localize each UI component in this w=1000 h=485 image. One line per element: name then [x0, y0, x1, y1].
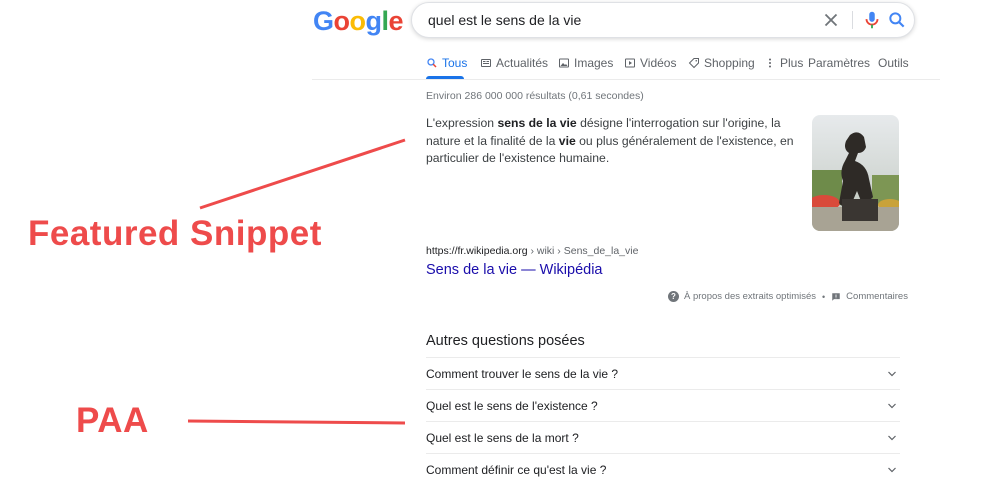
featured-snippet-annotation: Featured Snippet: [28, 214, 322, 253]
paa-pointer-line: [187, 419, 406, 425]
search-icon[interactable]: [887, 10, 907, 30]
feedback-icon: [832, 292, 840, 301]
search-input[interactable]: quel est le sens de la vie: [428, 12, 581, 28]
clear-icon[interactable]: [820, 9, 842, 31]
chevron-down-icon: [888, 403, 896, 409]
tab-plus[interactable]: Plus: [764, 56, 803, 70]
result-title-link[interactable]: Sens de la vie — Wikipédia: [426, 262, 603, 278]
search-divider: [852, 11, 853, 29]
chevron-down-icon: [888, 435, 896, 441]
result-stats: Environ 286 000 000 résultats (0,61 seco…: [426, 90, 644, 102]
statue-image: [812, 115, 899, 231]
tab-tous[interactable]: Tous: [426, 56, 467, 70]
search-box[interactable]: quel est le sens de la vie: [411, 2, 915, 38]
search-tabs: Tous Actualités Images Vidéos Shopping P…: [0, 54, 1000, 80]
help-icon: ?: [668, 291, 679, 302]
paa-question[interactable]: Comment trouver le sens de la vie ?: [426, 357, 900, 389]
microphone-icon[interactable]: [861, 9, 883, 31]
paa-question[interactable]: Quel est le sens de la mort ?: [426, 421, 900, 453]
tab-label: Outils: [878, 56, 909, 70]
about-extracts-label: À propos des extraits optimisés: [684, 291, 817, 302]
more-vert-icon: [769, 58, 771, 68]
paa-question[interactable]: Comment définir ce qu'est la vie ?: [426, 453, 900, 485]
snippet-highlight: vie: [558, 133, 576, 148]
featured-pointer-line: [199, 138, 406, 210]
snippet-footer: ? À propos des extraits optimisés • Comm…: [668, 291, 908, 302]
paa-question-text: Comment définir ce qu'est la vie ?: [426, 463, 607, 477]
tab-outils[interactable]: Outils: [878, 56, 909, 70]
about-extracts-link[interactable]: ? À propos des extraits optimisés: [668, 291, 816, 302]
logo-letter: o: [349, 6, 367, 36]
image-icon: [559, 58, 569, 68]
news-icon: [481, 59, 491, 67]
url-domain: https://fr.wikipedia.org: [426, 245, 528, 257]
chevron-down-icon: [888, 467, 896, 473]
snippet-text: L'expression: [426, 116, 498, 130]
search-icon: [427, 58, 437, 68]
tab-videos[interactable]: Vidéos: [624, 56, 676, 70]
result-url[interactable]: https://fr.wikipedia.org › wiki › Sens_d…: [426, 245, 638, 257]
logo-letter: o: [333, 6, 351, 36]
snippet-thumbnail[interactable]: [812, 115, 899, 231]
paa-question-text: Quel est le sens de l'existence ?: [426, 399, 598, 413]
tabs-divider: [312, 79, 940, 80]
paa-question-text: Comment trouver le sens de la vie ?: [426, 367, 619, 381]
comments-label: Commentaires: [846, 291, 908, 302]
tab-label: Shopping: [704, 56, 755, 70]
paa-question[interactable]: Quel est le sens de l'existence ?: [426, 389, 900, 421]
tab-label: Plus: [780, 56, 804, 70]
logo-letter: l: [381, 6, 390, 36]
paa-question-text: Quel est le sens de la mort ?: [426, 431, 579, 445]
tab-label: Actualités: [496, 56, 549, 70]
tab-label: Vidéos: [640, 56, 677, 70]
logo-letter: g: [365, 6, 383, 36]
separator-dot: •: [822, 291, 826, 302]
google-logo[interactable]: Google: [313, 6, 404, 37]
tab-actualites[interactable]: Actualités: [480, 56, 548, 70]
tab-label: Images: [574, 56, 614, 70]
tab-label: Tous: [442, 56, 468, 70]
logo-letter: G: [313, 6, 334, 36]
tab-images[interactable]: Images: [558, 56, 613, 70]
tab-parametres[interactable]: Paramètres: [808, 56, 870, 70]
tab-shopping[interactable]: Shopping: [688, 56, 755, 70]
logo-letter: e: [388, 6, 404, 36]
paa-heading: Autres questions posées: [426, 333, 585, 349]
chevron-down-icon: [888, 371, 896, 377]
video-icon: [625, 58, 635, 68]
comments-link[interactable]: Commentaires: [831, 291, 908, 302]
featured-snippet-text: L'expression sens de la vie désigne l'in…: [426, 115, 796, 168]
snippet-highlight: sens de la vie: [497, 116, 577, 130]
url-path: › wiki › Sens_de_la_vie: [527, 245, 639, 257]
tab-label: Paramètres: [808, 56, 871, 70]
paa-annotation: PAA: [76, 401, 149, 440]
tag-icon: [688, 58, 699, 69]
